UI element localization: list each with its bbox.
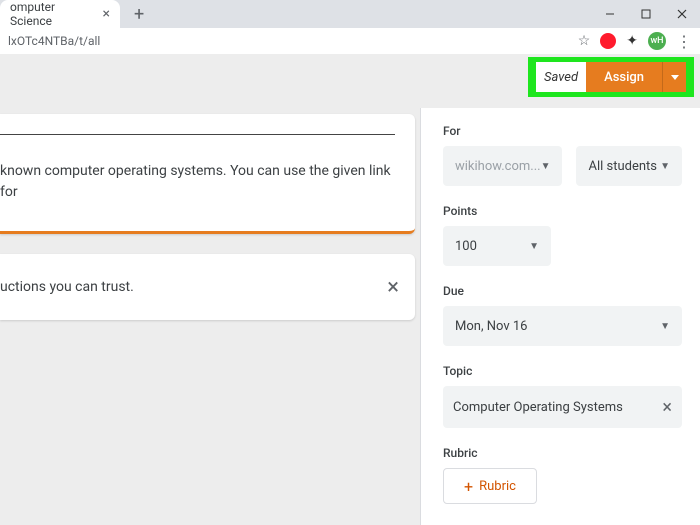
chevron-down-icon: ▼ [660,321,670,332]
instructions-text: known computer operating systems. You ca… [0,161,395,203]
class-select[interactable]: wikihow.com... ▼ [443,146,562,186]
points-label: Points [443,204,682,218]
for-label: For [443,124,682,138]
assign-dropdown-button[interactable] [662,62,686,92]
chevron-down-icon [671,75,679,80]
extensions-icon[interactable]: ✦ [626,33,638,49]
close-window-button[interactable] [664,0,700,28]
plus-icon: + [464,477,473,496]
points-select[interactable]: 100 ▼ [443,226,551,266]
chevron-down-icon: ▼ [660,161,670,172]
close-tab-icon[interactable]: × [103,6,110,22]
url-fragment: lxOTc4NTBa/t/all [8,34,100,48]
settings-panel: For wikihow.com... ▼ All students ▼ Poin… [420,108,700,525]
class-value: wikihow.com... [455,159,541,174]
rubric-label: Rubric [443,446,682,460]
chevron-down-icon: ▼ [541,161,551,172]
topic-value: Computer Operating Systems [453,400,623,415]
tab-title: omputer Science [10,0,95,28]
attachment-text: uctions you can trust. [0,279,134,295]
maximize-window-button[interactable] [628,0,664,28]
saved-status: Saved [536,62,586,92]
students-select[interactable]: All students ▼ [576,146,682,186]
clear-topic-button[interactable]: × [662,397,672,418]
new-tab-button[interactable]: + [128,4,150,25]
assign-highlight: Saved Assign [528,57,694,97]
minimize-window-button[interactable] [592,0,628,28]
due-date-select[interactable]: Mon, Nov 16 ▼ [443,306,682,346]
attachment-card: uctions you can trust. × [0,254,415,320]
title-underline [0,134,395,135]
opera-extension-icon[interactable] [600,33,616,49]
browser-menu-icon[interactable]: ⋮ [676,32,692,51]
rubric-button-label: Rubric [479,479,516,494]
due-label: Due [443,284,682,298]
bookmark-icon[interactable]: ☆ [578,33,591,49]
topic-input[interactable]: Computer Operating Systems × [443,386,682,428]
students-value: All students [588,159,657,174]
points-value: 100 [455,239,477,254]
add-rubric-button[interactable]: + Rubric [443,468,537,504]
assign-button[interactable]: Assign [586,62,662,92]
profile-avatar[interactable]: wH [648,32,666,50]
chevron-down-icon: ▼ [529,241,539,252]
browser-tab[interactable]: omputer Science × [0,0,120,28]
due-value: Mon, Nov 16 [455,319,527,334]
instructions-card: known computer operating systems. You ca… [0,114,415,234]
topic-label: Topic [443,364,682,378]
remove-attachment-button[interactable]: × [387,275,399,300]
